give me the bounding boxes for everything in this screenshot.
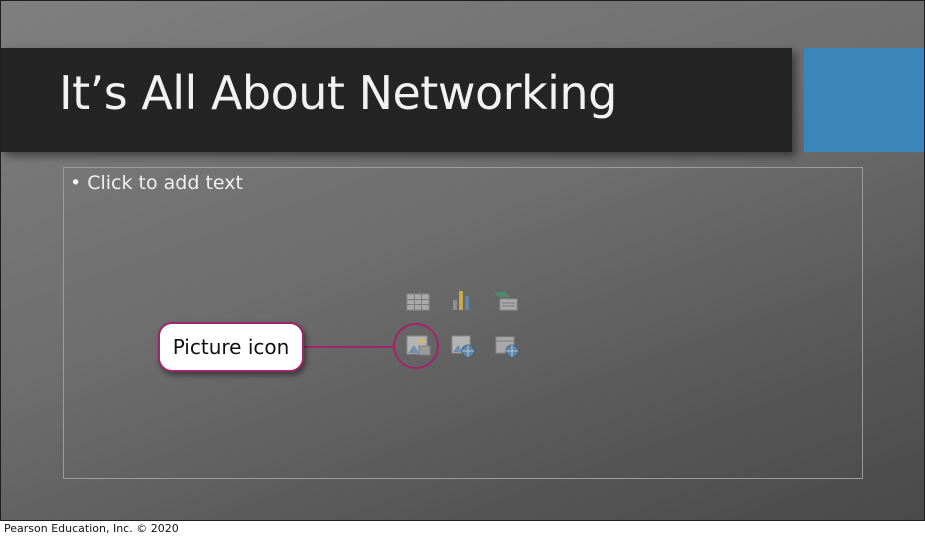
accent-block xyxy=(804,48,924,152)
online-pictures-icon[interactable] xyxy=(449,334,477,358)
insert-smartart-icon[interactable] xyxy=(491,289,519,313)
bullet-text[interactable]: • Click to add text xyxy=(70,172,243,194)
placeholder-text: Click to add text xyxy=(87,172,243,194)
callout-connector-line xyxy=(303,346,395,348)
callout-highlight-circle xyxy=(393,323,439,369)
insert-table-icon[interactable] xyxy=(404,290,432,314)
title-bar: It’s All About Networking xyxy=(1,48,792,152)
insert-chart-icon[interactable] xyxy=(447,288,475,312)
bullet-marker: • xyxy=(70,172,82,194)
copyright-notice: Pearson Education, Inc. © 2020 xyxy=(4,522,179,535)
insert-video-icon[interactable] xyxy=(493,334,521,358)
slide-title[interactable]: It’s All About Networking xyxy=(59,66,617,120)
callout-label: Picture icon xyxy=(158,322,304,372)
slide: It’s All About Networking • Click to add … xyxy=(0,0,925,521)
